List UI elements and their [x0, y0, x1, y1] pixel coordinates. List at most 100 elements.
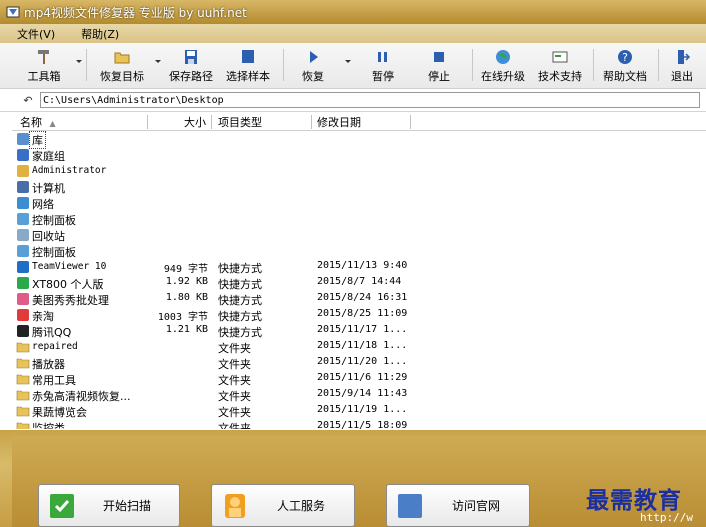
save-path-button[interactable]: 保存路径: [166, 45, 216, 85]
file-name: 美图秀秀批处理: [32, 294, 109, 307]
column-divider[interactable]: [211, 115, 212, 129]
file-row[interactable]: 腾讯QQ 1.21 KB 快捷方式 2015/11/17 1...: [12, 323, 706, 339]
toolbar-separator: [86, 49, 87, 81]
sample-icon: [239, 48, 257, 66]
file-name: 库: [29, 131, 46, 149]
file-row[interactable]: 果蔬博览会 文件夹 2015/11/19 1...: [12, 403, 706, 419]
file-row[interactable]: 监控类 文件夹 2015/11/5 18:09: [12, 419, 706, 429]
toolbar-separator: [283, 49, 284, 81]
file-row[interactable]: 计算机: [12, 179, 706, 195]
tech-support-button[interactable]: 技术支持: [535, 45, 585, 85]
file-row[interactable]: 家庭组: [12, 147, 706, 163]
visit-site-button[interactable]: 访问官网: [386, 484, 530, 527]
start-scan-button[interactable]: 开始扫描: [38, 484, 180, 527]
file-row[interactable]: 美图秀秀批处理 1.80 KB 快捷方式 2015/8/24 16:31: [12, 291, 706, 307]
restore-target-button[interactable]: 恢复目标: [96, 45, 148, 85]
file-name: 腾讯QQ: [32, 326, 72, 339]
column-name[interactable]: 名称 ▲: [20, 114, 56, 130]
restore-target-dropdown-icon[interactable]: [155, 60, 161, 63]
file-row[interactable]: XT800 个人版 1.92 KB 快捷方式 2015/8/7 14:44: [12, 275, 706, 291]
toolbox-dropdown-icon[interactable]: [76, 60, 82, 63]
column-type[interactable]: 项目类型: [218, 114, 262, 130]
network-icon: [16, 196, 30, 210]
watermark: 最需教育 http://w: [586, 481, 702, 524]
column-header: 名称 ▲ 大小 项目类型 修改日期: [12, 113, 706, 131]
manual-service-button[interactable]: 人工服务: [211, 484, 355, 527]
online-upgrade-button[interactable]: 在线升级: [478, 45, 528, 85]
column-size[interactable]: 大小: [184, 114, 206, 130]
file-name: Administrator: [32, 165, 107, 176]
pause-button[interactable]: 暂停: [366, 45, 400, 85]
file-row[interactable]: 播放器 文件夹 2015/11/20 1...: [12, 355, 706, 371]
file-name: 控制面板: [32, 214, 76, 227]
file-type: 快捷方式: [218, 294, 262, 307]
exit-button[interactable]: 退出: [666, 45, 698, 85]
file-row[interactable]: repaired 文件夹 2015/11/18 1...: [12, 339, 706, 355]
stop-button[interactable]: 停止: [422, 45, 456, 85]
folder-icon: [16, 372, 30, 386]
play-icon: [304, 48, 322, 66]
online-upgrade-label: 在线升级: [481, 70, 525, 83]
file-date: 2015/11/20 1...: [317, 356, 408, 367]
toolbox-label: 工具箱: [27, 70, 61, 83]
folder-icon: [16, 404, 30, 418]
help-doc-button[interactable]: ? 帮助文档: [600, 45, 650, 85]
file-date: 2015/11/6 11:29: [317, 372, 408, 383]
file-row[interactable]: Administrator: [12, 163, 706, 179]
sort-ascending-icon: ▲: [49, 119, 56, 128]
file-list: 库家庭组 Administrator 计算机 网络 控制面板 回收站 控制面板 TeamVie…: [12, 131, 706, 429]
xt800-icon: [16, 276, 30, 290]
file-type: 文件夹: [218, 342, 251, 355]
column-divider[interactable]: [147, 115, 148, 129]
select-sample-button[interactable]: 选择样本: [223, 45, 273, 85]
file-date: 2015/8/24 16:31: [317, 292, 408, 303]
svg-text:?: ?: [622, 51, 628, 64]
file-row[interactable]: 控制面板: [12, 211, 706, 227]
file-name: 亲淘: [32, 310, 54, 323]
file-type: 文件夹: [218, 406, 251, 419]
file-row[interactable]: 控制面板: [12, 243, 706, 259]
app-icon: [6, 6, 20, 18]
menu-bar: 文件(V) 帮助(Z): [0, 24, 706, 43]
file-name: 果蔬博览会: [32, 406, 87, 419]
file-date: 2015/11/18 1...: [317, 340, 408, 351]
tech-support-label: 技术支持: [538, 70, 582, 83]
restore-button[interactable]: 恢复: [295, 45, 331, 85]
file-row[interactable]: TeamViewer 10 949 字节 快捷方式 2015/11/13 9:40: [12, 259, 706, 275]
file-type: 文件夹: [218, 390, 251, 403]
folder-icon: [16, 356, 30, 370]
file-name: XT800 个人版: [32, 278, 104, 291]
restore-dropdown-icon[interactable]: [345, 60, 351, 63]
column-date[interactable]: 修改日期: [317, 114, 361, 130]
file-type: 文件夹: [218, 422, 251, 429]
exit-label: 退出: [671, 70, 693, 83]
menu-file[interactable]: 文件(V): [0, 26, 63, 42]
file-row[interactable]: 回收站: [12, 227, 706, 243]
toolbox-button[interactable]: 工具箱: [24, 45, 64, 85]
file-size: 1003 字节: [157, 312, 208, 323]
file-date: 2015/8/7 14:44: [317, 276, 402, 287]
menu-help[interactable]: 帮助(Z): [63, 26, 127, 42]
back-arrow-icon[interactable]: ↶: [20, 94, 36, 107]
file-type: 快捷方式: [218, 310, 262, 323]
file-row[interactable]: 常用工具 文件夹 2015/11/6 11:29: [12, 371, 706, 387]
file-row[interactable]: 库: [12, 131, 706, 149]
list-left-margin: [0, 113, 12, 429]
visit-site-label: 访问官网: [451, 499, 500, 513]
file-date: 2015/11/17 1...: [317, 324, 408, 335]
file-row[interactable]: 网络: [12, 195, 706, 211]
column-divider[interactable]: [311, 115, 312, 129]
toolbar-separator: [472, 49, 473, 81]
select-sample-label: 选择样本: [226, 70, 270, 83]
file-type: 文件夹: [218, 374, 251, 387]
pause-label: 暂停: [372, 70, 394, 83]
file-size: 1.80 KB: [165, 292, 208, 303]
stop-label: 停止: [428, 70, 450, 83]
file-type: 快捷方式: [218, 262, 262, 275]
file-row[interactable]: 亲淘 1003 字节 快捷方式 2015/8/25 11:09: [12, 307, 706, 323]
file-row[interactable]: 赤兔高清视频恢复... 文件夹 2015/9/14 11:43: [12, 387, 706, 403]
path-input[interactable]: C:\Users\Administrator\Desktop: [40, 92, 700, 108]
file-size: 949 字节: [163, 264, 208, 275]
column-divider[interactable]: [410, 115, 411, 129]
start-scan-label: 开始扫描: [102, 499, 151, 513]
